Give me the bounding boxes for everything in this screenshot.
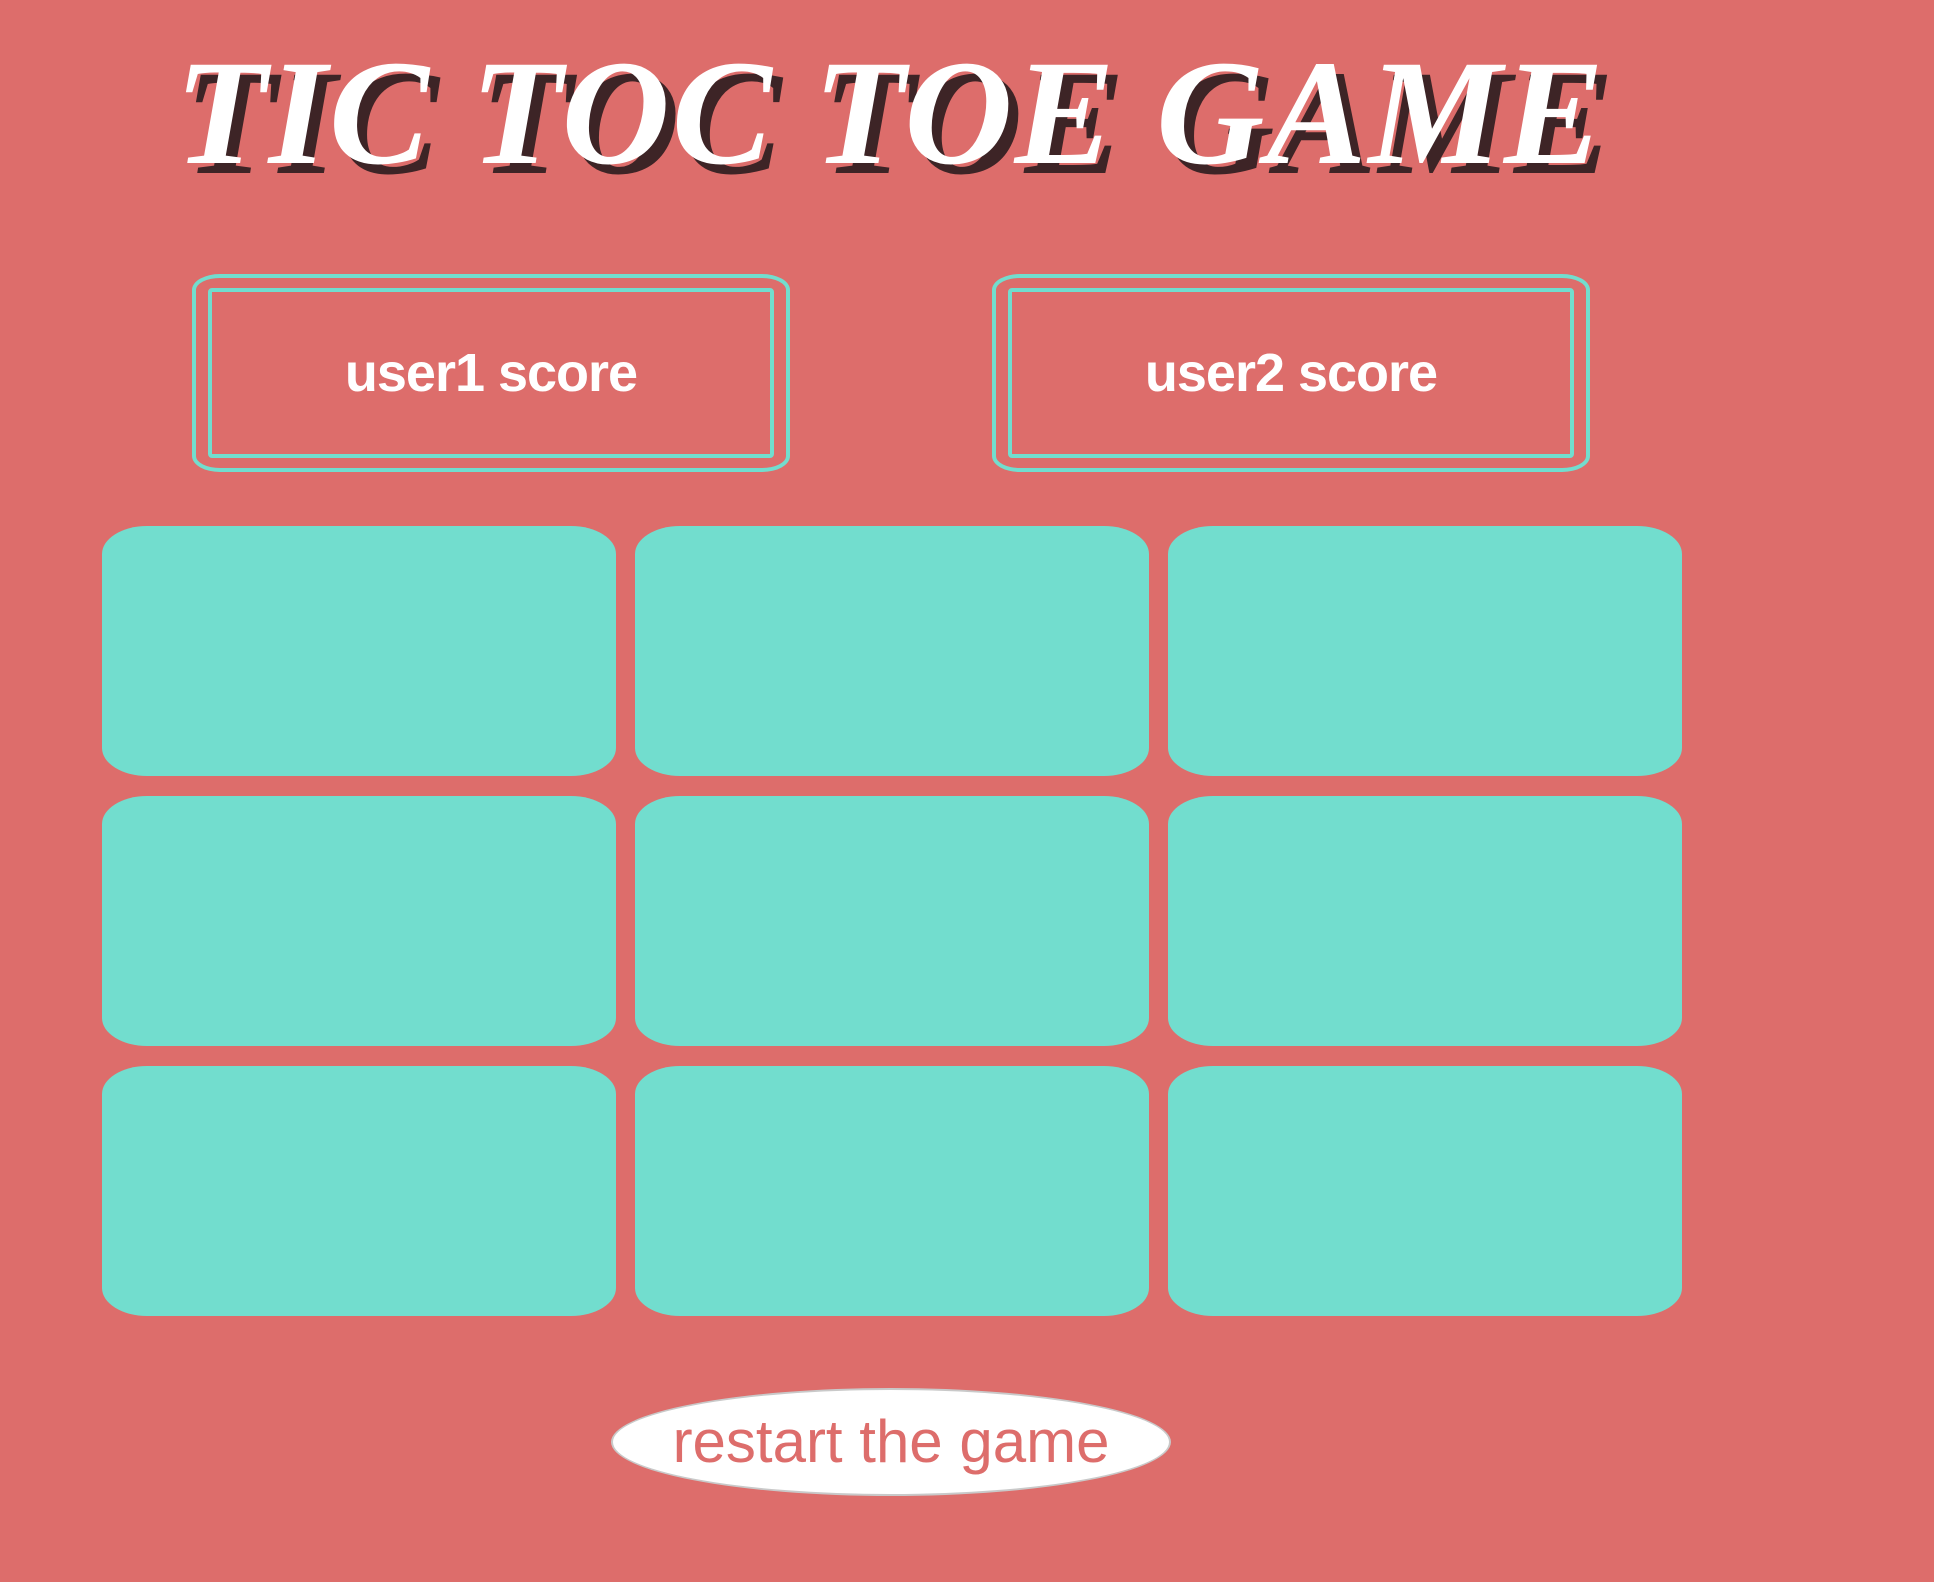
game-title: TIC TOC TOE GAME xyxy=(175,30,1606,196)
game-board xyxy=(102,526,1682,1316)
board-cell-4[interactable] xyxy=(102,796,616,1046)
user2-score-box: user2 score xyxy=(992,274,1590,472)
board-cell-3[interactable] xyxy=(1168,526,1682,776)
board-cell-7[interactable] xyxy=(102,1066,616,1316)
user1-score-label: user1 score xyxy=(344,343,638,403)
board-cell-6[interactable] xyxy=(1168,796,1682,1046)
board-cell-1[interactable] xyxy=(102,526,616,776)
user1-score-inner-frame: user1 score xyxy=(208,288,774,458)
user2-score-label: user2 score xyxy=(1144,343,1438,403)
board-cell-9[interactable] xyxy=(1168,1066,1682,1316)
restart-button[interactable]: restart the game xyxy=(611,1388,1171,1496)
board-cell-5[interactable] xyxy=(635,796,1149,1046)
board-cell-2[interactable] xyxy=(635,526,1149,776)
user2-score-inner-frame: user2 score xyxy=(1008,288,1574,458)
board-cell-8[interactable] xyxy=(635,1066,1149,1316)
user1-score-box: user1 score xyxy=(192,274,790,472)
